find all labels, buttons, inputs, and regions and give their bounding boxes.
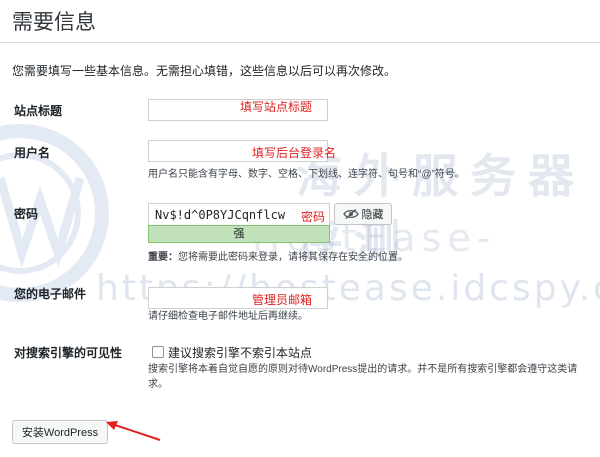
email-hint: 请仔细检查电子邮件地址后再继续。 xyxy=(148,311,308,322)
search-visibility-label: 对搜索引擎的可见性 xyxy=(14,346,123,360)
search-visibility-hint-line1: 搜索引擎将本着自觉自愿的原则对待WordPress提出的请求。并不是所有搜索引擎… xyxy=(148,364,578,375)
red-arrow-annotation xyxy=(106,421,161,441)
hide-password-button[interactable]: 隐藏 xyxy=(334,203,392,225)
password-strength-meter: 强 xyxy=(148,225,330,243)
search-visibility-hint-line2: 求。 xyxy=(148,379,168,390)
eye-slash-icon xyxy=(342,209,359,219)
password-important-note: 重要：您将需要此密码来登录，请将其保存在安全的位置。 xyxy=(148,250,408,265)
username-annotation: 填写后台登录名 xyxy=(252,146,337,160)
email-label: 您的电子邮件 xyxy=(14,287,87,301)
divider xyxy=(0,42,600,43)
install-wordpress-button[interactable]: 安装WordPress xyxy=(12,420,108,444)
noindex-checkbox[interactable] xyxy=(152,346,164,358)
site-title-label: 站点标题 xyxy=(14,104,63,118)
password-label: 密码 xyxy=(14,207,39,221)
username-hint: 用户名只能含有字母、数字、空格、下划线、连字符、句号和“@”符号。 xyxy=(148,169,465,180)
important-prefix: 重要： xyxy=(148,252,178,263)
password-annotation: 密码 xyxy=(301,210,326,224)
username-label: 用户名 xyxy=(14,146,51,160)
intro-text: 您需要填写一些基本信息。无需担心填错，这些信息以后可以再次修改。 xyxy=(12,64,397,78)
hide-password-label: 隐藏 xyxy=(361,209,384,221)
important-text: 您将需要此密码来登录，请将其保存在安全的位置。 xyxy=(178,252,408,263)
page-title: 需要信息 xyxy=(12,11,96,34)
noindex-checkbox-label[interactable]: 建议搜索引擎不索引本站点 xyxy=(168,344,312,361)
site-title-annotation: 填写站点标题 xyxy=(240,100,313,114)
email-annotation: 管理员邮箱 xyxy=(252,293,313,307)
